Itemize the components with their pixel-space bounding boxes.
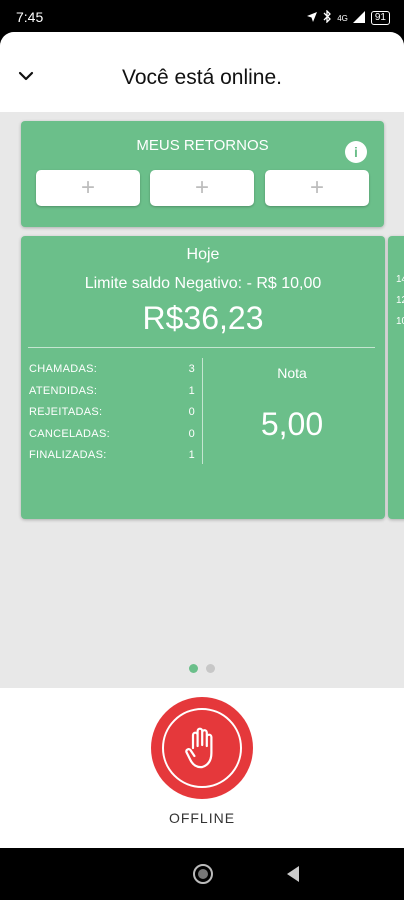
location-icon [306, 11, 318, 26]
bottom-panel: OFFLINE [0, 688, 404, 848]
offline-label: OFFLINE [168, 810, 236, 826]
card-period-label: Hoje [186, 246, 220, 263]
home-icon[interactable] [193, 864, 213, 884]
status-icons: 4G 91 [306, 9, 390, 26]
nota-value: 5,00 [260, 406, 324, 442]
go-offline-button[interactable] [151, 697, 253, 799]
stats-list: CHAMADAS: 3 ATENDIDAS: 1 REJEITADAS: 0 C… [29, 359, 195, 467]
stat-value: 1 [188, 449, 195, 461]
page-title: Você está online. [122, 66, 282, 89]
stat-row-atendidas: ATENDIDAS: 1 [29, 381, 195, 403]
page-dot[interactable] [206, 664, 215, 673]
battery-icon: 91 [370, 11, 390, 25]
stat-row-rejeitadas: REJEITADAS: 0 [29, 402, 195, 424]
add-retorno-button[interactable]: + [150, 170, 254, 206]
saldo-value: R$36,23 [142, 300, 264, 336]
stat-row-finalizadas: FINALIZADAS: 1 [29, 445, 195, 467]
app-screen: Você está online. MEUS RETORNOS i + + + … [0, 32, 404, 848]
peek-text: 12 [396, 295, 404, 306]
stat-label: ATENDIDAS: [29, 384, 98, 397]
stat-label: CHAMADAS: [29, 363, 98, 375]
page-indicator [0, 664, 404, 673]
status-bar: 7:45 4G 91 [0, 0, 404, 36]
limite-saldo-text: Limite saldo Negativo: - R$ 10,00 [84, 275, 322, 292]
stat-value: 0 [188, 427, 195, 440]
stat-value: 3 [188, 363, 195, 375]
divider [202, 358, 203, 464]
system-nav-bar [0, 848, 404, 900]
info-icon[interactable]: i [345, 141, 367, 163]
stat-value: 1 [188, 384, 195, 397]
bluetooth-icon [323, 9, 332, 26]
network-type-label: 4G [337, 13, 348, 23]
today-summary-card[interactable]: Hoje Limite saldo Negativo: - R$ 10,00 R… [21, 236, 385, 519]
nota-label: Nota [277, 365, 307, 381]
header: Você está online. [0, 32, 404, 112]
peek-text: 14 [396, 274, 404, 285]
stat-row-chamadas: CHAMADAS: 3 [29, 359, 195, 381]
stat-label: CANCELADAS: [29, 427, 110, 440]
back-icon[interactable] [287, 866, 299, 882]
stat-row-canceladas: CANCELADAS: 0 [29, 424, 195, 446]
stat-value: 0 [188, 406, 195, 418]
divider [28, 347, 375, 348]
stat-label: FINALIZADAS: [29, 449, 107, 461]
next-summary-card[interactable]: 14 12 10 [388, 236, 404, 519]
meus-retornos-panel: MEUS RETORNOS i + + + [21, 121, 384, 227]
signal-icon [352, 10, 366, 26]
add-retorno-button[interactable]: + [36, 170, 140, 206]
stat-label: REJEITADAS: [29, 406, 103, 418]
status-time: 7:45 [16, 9, 44, 25]
page-dot-active[interactable] [189, 664, 198, 673]
hand-stop-icon [185, 727, 213, 769]
add-retorno-button[interactable]: + [265, 170, 369, 206]
peek-text: 10 [396, 316, 404, 327]
meus-retornos-title: MEUS RETORNOS [136, 137, 269, 154]
